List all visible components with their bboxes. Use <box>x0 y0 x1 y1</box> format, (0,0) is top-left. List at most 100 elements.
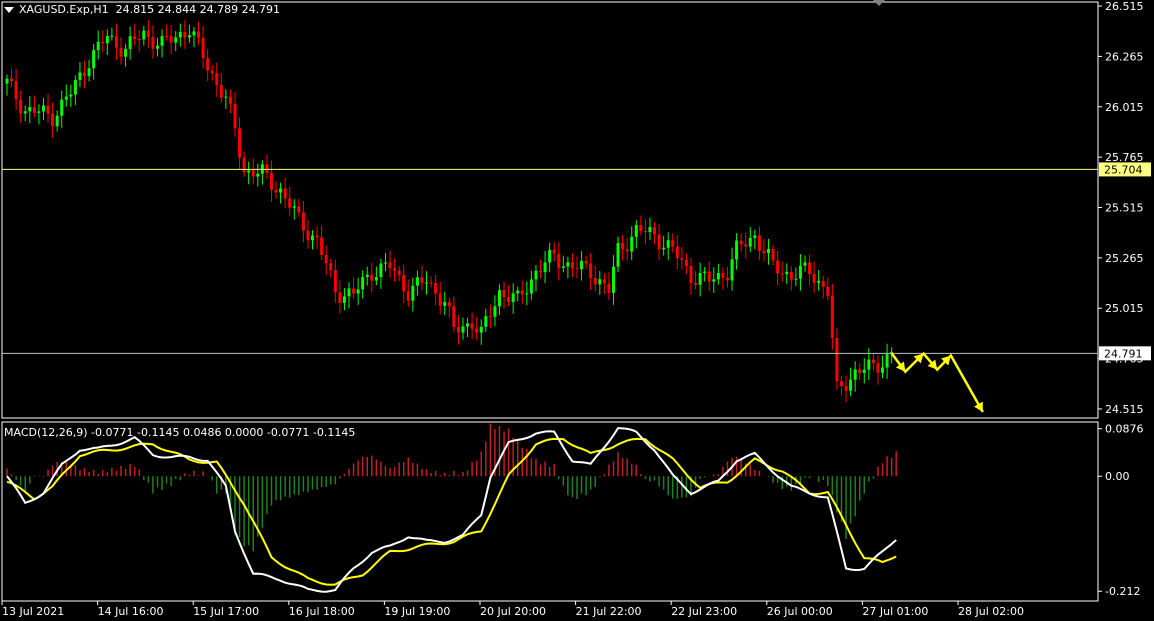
candle-body <box>443 302 447 306</box>
candle-body <box>155 45 159 49</box>
candle-body <box>41 105 45 112</box>
candle-body <box>51 113 55 127</box>
candle-body <box>219 84 223 98</box>
candle-body <box>479 326 483 333</box>
candle-body <box>133 36 137 40</box>
candle-body <box>388 262 392 268</box>
candle-body <box>370 274 374 281</box>
y-tick-label: 24.515 <box>1105 403 1144 416</box>
x-tick-label: 26 Jul 00:00 <box>767 605 833 618</box>
candle-body <box>507 297 511 302</box>
candle-body <box>844 386 848 391</box>
candle-body <box>698 272 702 285</box>
candle-body <box>762 250 766 254</box>
candle-body <box>379 263 383 278</box>
candle-body <box>552 249 556 254</box>
candle-body <box>771 248 775 261</box>
candle-body <box>657 234 661 250</box>
candle-body <box>32 107 36 113</box>
candle-body <box>292 206 296 208</box>
candle-body <box>142 30 146 40</box>
candle-body <box>333 270 337 293</box>
candle-body <box>671 240 675 247</box>
candle-body <box>653 227 657 235</box>
projection-arrow-path <box>890 351 984 413</box>
candle-body <box>338 292 342 303</box>
candle-body <box>251 170 255 177</box>
candle-body <box>19 99 23 114</box>
candle-body <box>534 270 538 280</box>
candle-body <box>96 41 100 51</box>
candle-body <box>602 279 606 284</box>
candle-body <box>324 254 328 264</box>
candle-body <box>197 31 201 38</box>
x-tick-label: 16 Jul 18:00 <box>289 605 355 618</box>
macd-panel-frame <box>1 421 1099 602</box>
candle-body <box>662 247 666 250</box>
candle-body <box>124 48 128 57</box>
candle-body <box>803 262 807 266</box>
candle-body <box>119 47 123 57</box>
candle-body <box>415 277 419 286</box>
candle-body <box>616 243 620 267</box>
candle-body <box>452 306 456 328</box>
candle-body <box>228 96 232 104</box>
candle-body <box>137 39 141 41</box>
candle-body <box>484 316 488 327</box>
candle-body <box>497 290 501 307</box>
candle-body <box>543 262 547 273</box>
candle-body <box>593 277 597 285</box>
candle-body <box>598 279 602 285</box>
candle-body <box>46 105 50 114</box>
candle-body <box>397 270 401 276</box>
candle-body <box>849 379 853 391</box>
candle-body <box>447 302 451 307</box>
candle-body <box>703 271 707 273</box>
candle-body <box>821 280 825 287</box>
candle-body <box>238 128 242 158</box>
candle-body <box>675 246 679 259</box>
candle-body <box>488 316 492 318</box>
candle-body <box>87 68 91 77</box>
candle-body <box>256 173 260 177</box>
candle-body <box>347 288 351 297</box>
shift-marker-icon <box>873 0 885 6</box>
candle-body <box>625 249 629 252</box>
macd-y-tick-label: -0.212 <box>1105 585 1140 598</box>
candle-body <box>210 70 214 74</box>
candle-body <box>785 271 789 275</box>
candle-body <box>28 107 32 112</box>
x-tick-label: 21 Jul 22:00 <box>576 605 642 618</box>
candle-body <box>201 37 205 59</box>
candle-body <box>684 259 688 267</box>
candle-body <box>502 290 506 298</box>
candle-body <box>607 283 611 293</box>
chart-canvas[interactable]: 26.515 26.265 26.015 25.765 25.515 25.265 25.0… <box>0 0 1154 621</box>
candle-body <box>288 198 292 208</box>
candle-body <box>92 50 96 69</box>
candle-body <box>160 36 164 46</box>
price-panel-frame <box>1 1 1099 419</box>
candle-body <box>881 367 885 373</box>
candle-body <box>14 81 18 100</box>
candle-body <box>5 78 9 84</box>
candle-body <box>716 272 720 280</box>
macd-y-tick-label: 0.00 <box>1105 470 1130 483</box>
x-tick-label: 20 Jul 20:00 <box>480 605 546 618</box>
candle-body <box>639 224 643 232</box>
candle-body <box>411 285 415 301</box>
candle-body <box>529 279 533 294</box>
candle-body <box>374 277 378 281</box>
candle-body <box>539 270 543 273</box>
candle-body <box>739 240 743 245</box>
candle-body <box>165 36 169 38</box>
candle-body <box>853 369 857 380</box>
candle-body <box>580 260 584 270</box>
candle-body <box>780 273 784 275</box>
candle-body <box>808 262 812 274</box>
candle-body <box>311 235 315 241</box>
candle-body <box>666 240 670 248</box>
candle-body <box>329 263 333 271</box>
candle-body <box>146 30 150 38</box>
candle-body <box>361 277 365 290</box>
